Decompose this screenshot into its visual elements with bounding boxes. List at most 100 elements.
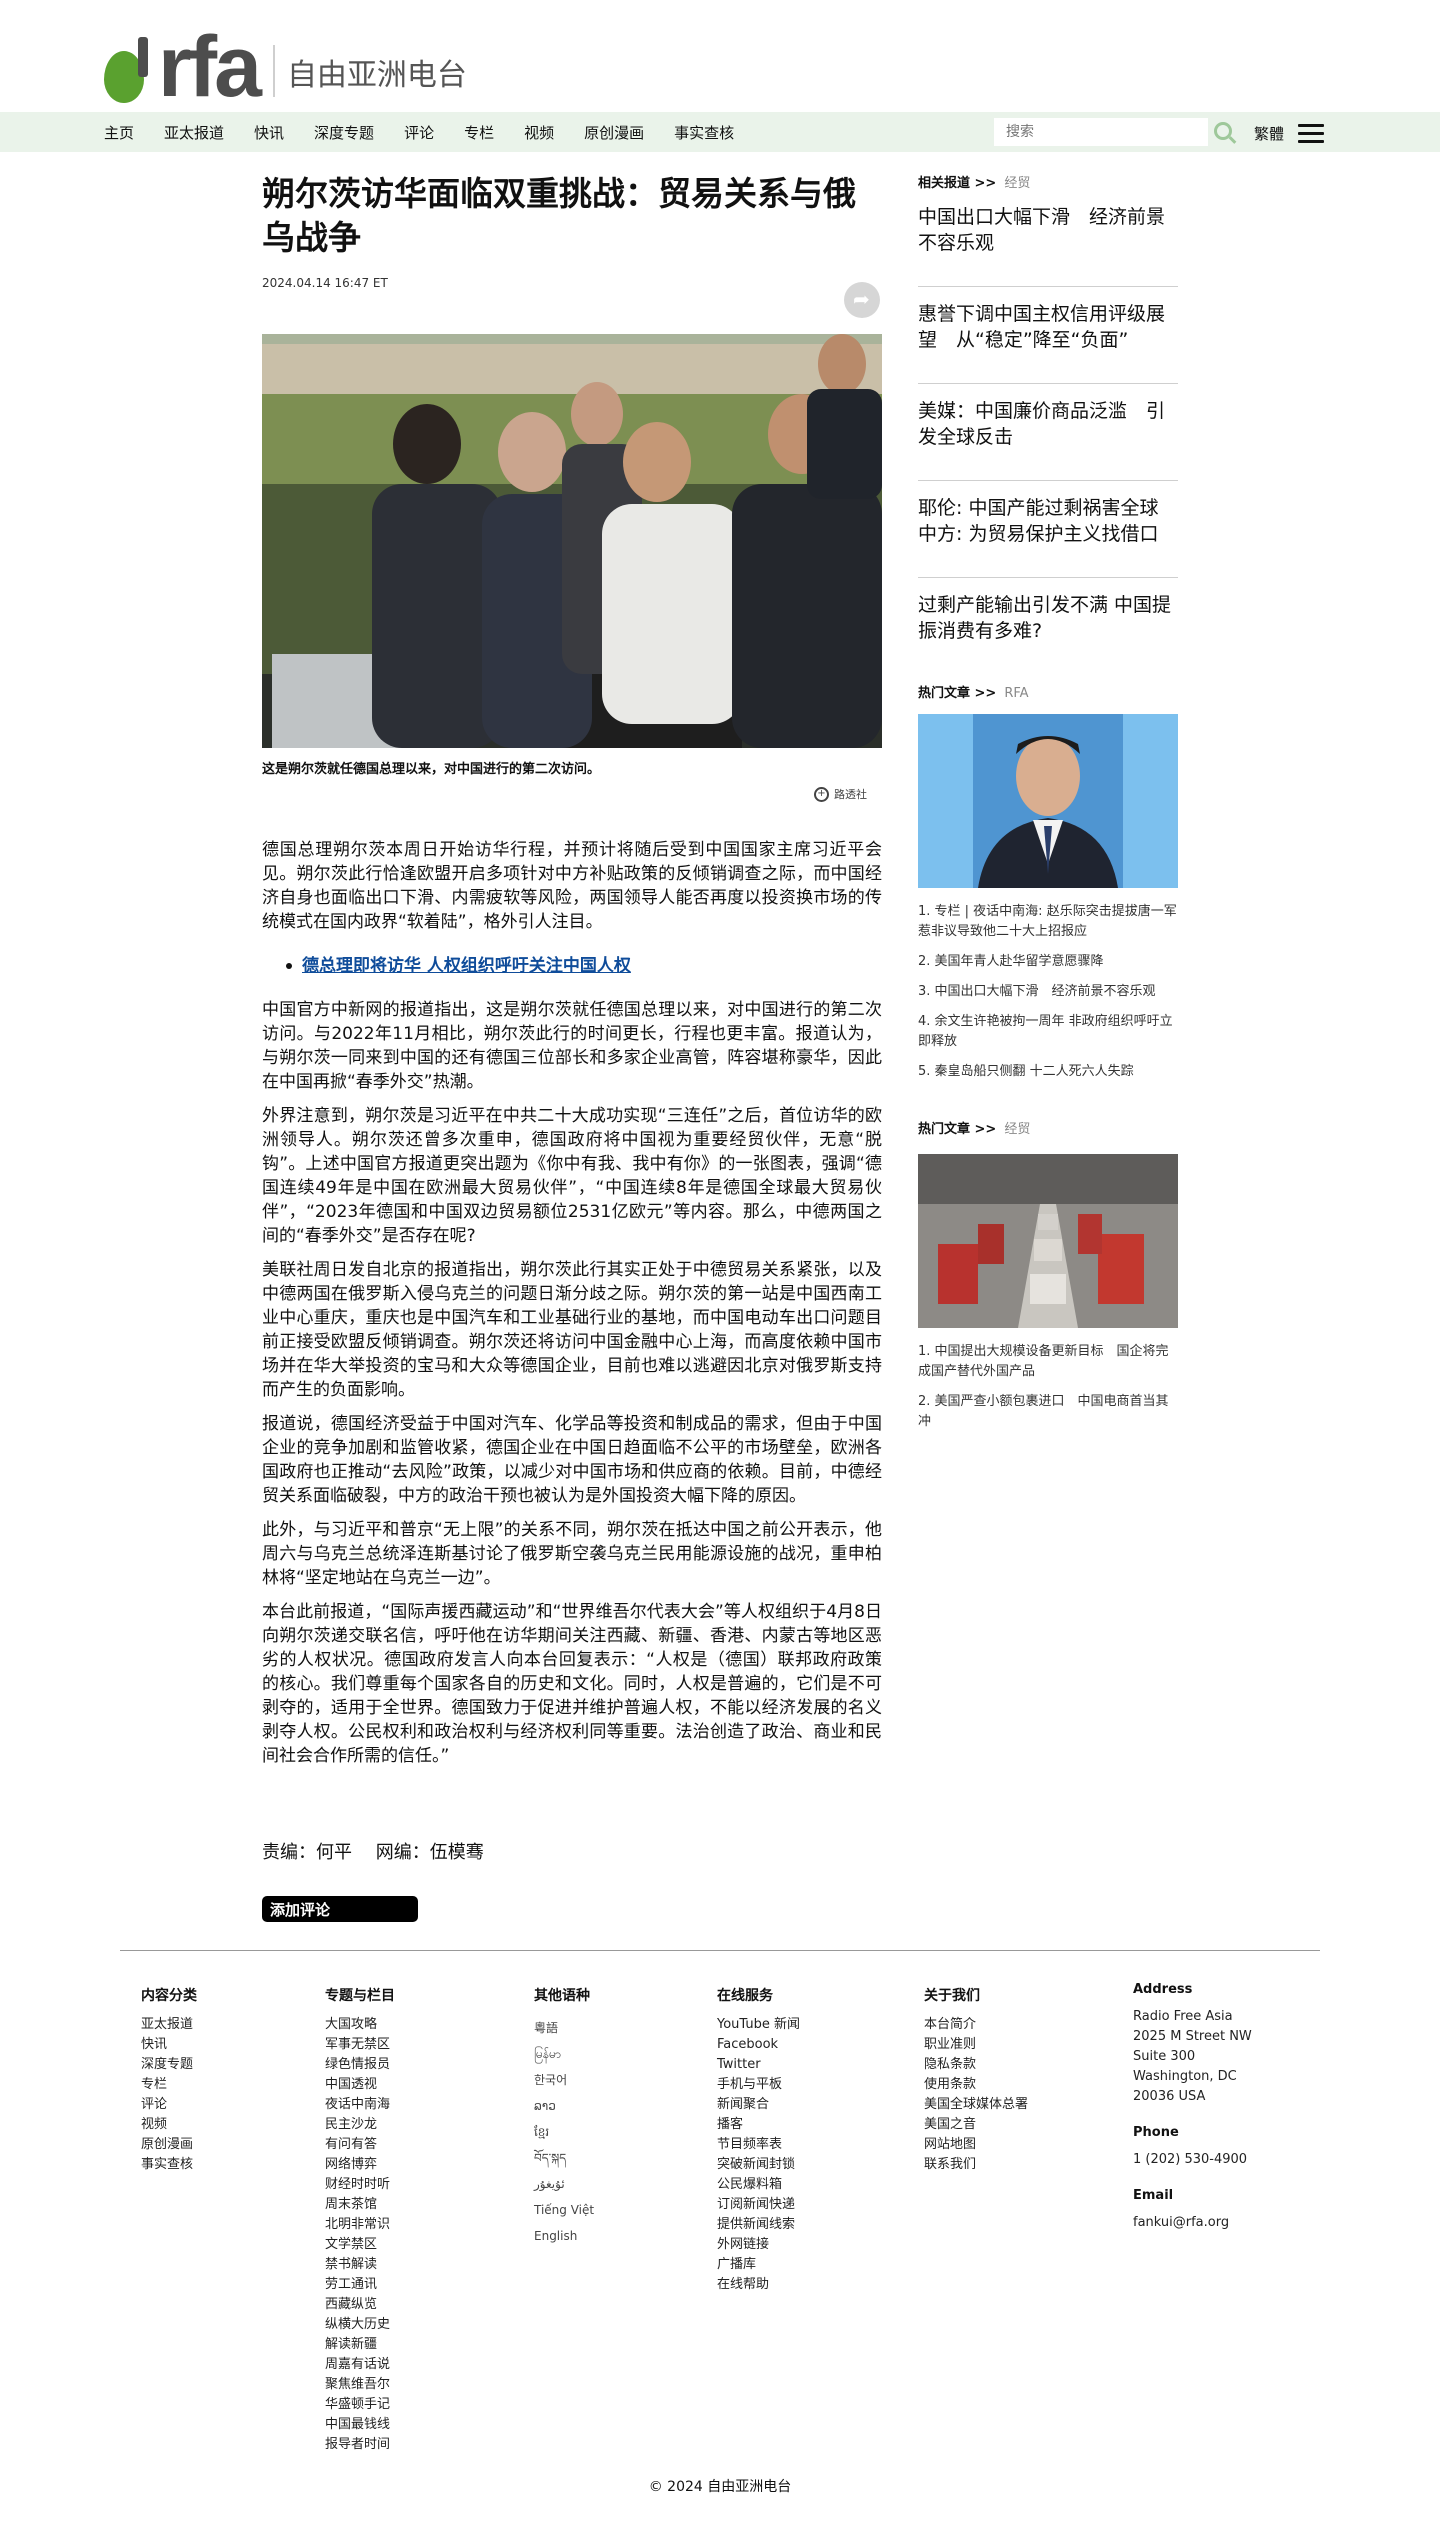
footer-link[interactable]: 亚太报道 [141, 2015, 197, 2035]
footer-link[interactable]: 民主沙龙 [325, 2115, 395, 2135]
footer-link[interactable]: 文学禁区 [325, 2235, 395, 2255]
nav-columns[interactable]: 专栏 [464, 122, 494, 143]
footer-link[interactable]: 报导者时间 [325, 2435, 395, 2455]
related-item[interactable]: 美媒：中国廉价商品泛滥 引发全球反击 [918, 384, 1178, 481]
related-article-link[interactable]: 德总理即将访华 人权组织呼吁关注中国人权 [302, 956, 631, 976]
footer-link[interactable]: 劳工通讯 [325, 2275, 395, 2295]
footer-link[interactable]: 绿色情报员 [325, 2055, 395, 2075]
email-link[interactable]: fankui@rfa.org [1133, 2213, 1252, 2233]
footer-link[interactable]: 新闻聚合 [717, 2095, 800, 2115]
hot2-head[interactable]: 热门文章 >> [918, 1122, 996, 1137]
nav-asia-pacific[interactable]: 亚太报道 [164, 122, 224, 143]
hamburger-menu-icon[interactable] [1298, 124, 1324, 143]
traditional-chinese-link[interactable]: 繁體 [1254, 123, 1284, 144]
footer-link[interactable]: 有问有答 [325, 2135, 395, 2155]
hot-article-item[interactable]: 5. 秦皇岛船只侧翻 十二人死六人失踪 [918, 1062, 1178, 1082]
footer-link[interactable]: 视频 [141, 2115, 197, 2135]
add-comment-button[interactable]: 添加评论 [262, 1896, 418, 1922]
language-link[interactable]: བོད་སྐད [534, 2145, 594, 2171]
footer-link[interactable]: 财经时时听 [325, 2175, 395, 2195]
hot-article-item[interactable]: 2. 美国年青人赴华留学意愿骤降 [918, 952, 1178, 972]
footer-link[interactable]: 事实查核 [141, 2155, 197, 2175]
footer-link[interactable]: 禁书解读 [325, 2255, 395, 2275]
footer-link[interactable]: 联系我们 [924, 2155, 1028, 2175]
search-input[interactable] [994, 118, 1208, 146]
nav-in-depth[interactable]: 深度专题 [314, 122, 374, 143]
footer-link[interactable]: 订阅新闻快递 [717, 2195, 800, 2215]
footer-link[interactable]: 本台简介 [924, 2015, 1028, 2035]
language-link[interactable]: ئۇيغۇر [534, 2171, 594, 2197]
footer-link[interactable]: 北明非常识 [325, 2215, 395, 2235]
nav-fact-check[interactable]: 事实查核 [674, 122, 734, 143]
language-link[interactable]: Tiếng Việt [534, 2197, 594, 2223]
footer-link[interactable]: 周嘉有话说 [325, 2355, 395, 2375]
hot-article-item[interactable]: 4. 余文生许艳被拘一周年 非政府组织呼吁立即释放 [918, 1012, 1178, 1052]
language-link[interactable]: 한국어 [534, 2067, 594, 2093]
footer-link[interactable]: Twitter [717, 2055, 800, 2075]
nav-home[interactable]: 主页 [104, 122, 134, 143]
related-item[interactable]: 耶伦: 中国产能过剩祸害全球 中方: 为贸易保护主义找借口 [918, 481, 1178, 578]
search-icon[interactable] [1214, 122, 1232, 140]
footer-link[interactable]: 网站地图 [924, 2135, 1028, 2155]
footer-link[interactable]: 军事无禁区 [325, 2035, 395, 2055]
footer-link[interactable]: 外网链接 [717, 2235, 800, 2255]
phone-number[interactable]: 1 (202) 530-4900 [1133, 2150, 1252, 2170]
footer-link[interactable]: 深度专题 [141, 2055, 197, 2075]
hot-head[interactable]: 热门文章 >> [918, 686, 996, 701]
hot-economy-item[interactable]: 1. 中国提出大规模设备更新目标 国企将完成国产替代外国产品 [918, 1342, 1178, 1382]
footer-link[interactable]: 提供新闻线索 [717, 2215, 800, 2235]
share-icon[interactable] [844, 282, 880, 318]
footer-link[interactable]: Facebook [717, 2035, 800, 2055]
footer-link[interactable]: 在线帮助 [717, 2275, 800, 2295]
nav-flash[interactable]: 快讯 [254, 122, 284, 143]
footer-link[interactable]: 广播库 [717, 2255, 800, 2275]
footer-link[interactable]: 周末茶馆 [325, 2195, 395, 2215]
hot-articles-list: 1. 专栏 | 夜话中南海: 赵乐际突击提拔唐一军惹非议导致他二十大上招报应 2… [918, 902, 1178, 1092]
footer-link[interactable]: 突破新闻封锁 [717, 2155, 800, 2175]
footer-link[interactable]: 华盛顿手记 [325, 2395, 395, 2415]
footer-link[interactable]: 网络博弈 [325, 2155, 395, 2175]
hot-economy-photo[interactable] [918, 1154, 1178, 1328]
nav-commentary[interactable]: 评论 [404, 122, 434, 143]
footer-link[interactable]: 使用条款 [924, 2075, 1028, 2095]
footer-link[interactable]: 播客 [717, 2115, 800, 2135]
related-item[interactable]: 过剩产能输出引发不满 中国提振消费有多难? [918, 578, 1178, 675]
footer-link[interactable]: 聚焦维吾尔 [325, 2375, 395, 2395]
footer-link[interactable]: 解读新疆 [325, 2335, 395, 2355]
footer-link[interactable]: 公民爆料箱 [717, 2175, 800, 2195]
language-link[interactable]: ខ្មែរ [534, 2119, 594, 2145]
rfa-logo[interactable]: rfa 自由亚洲电台 [104, 24, 467, 110]
footer-link[interactable]: 职业准则 [924, 2035, 1028, 2055]
footer-link[interactable]: 美国之音 [924, 2115, 1028, 2135]
hot-article-item[interactable]: 1. 专栏 | 夜话中南海: 赵乐际突击提拔唐一军惹非议导致他二十大上招报应 [918, 902, 1178, 942]
footer-link[interactable]: 中国透视 [325, 2075, 395, 2095]
hot-economy-item[interactable]: 2. 美国严查小额包裹进口 中国电商首当其冲 [918, 1392, 1178, 1432]
footer-link[interactable]: 西藏纵览 [325, 2295, 395, 2315]
footer-link[interactable]: 节目频率表 [717, 2135, 800, 2155]
footer-link[interactable]: 隐私条款 [924, 2055, 1028, 2075]
footer-link[interactable]: 美国全球媒体总署 [924, 2095, 1028, 2115]
zoom-in-icon[interactable]: + [814, 786, 829, 802]
language-link[interactable]: 粵語 [534, 2015, 594, 2041]
footer-link[interactable]: 原创漫画 [141, 2135, 197, 2155]
footer-link[interactable]: 手机与平板 [717, 2075, 800, 2095]
hot-article-item[interactable]: 3. 中国出口大幅下滑 经济前景不容乐观 [918, 982, 1178, 1002]
related-head[interactable]: 相关报道 >> [918, 176, 996, 191]
footer-link[interactable]: 评论 [141, 2095, 197, 2115]
nav-video[interactable]: 视频 [524, 122, 554, 143]
footer-link[interactable]: 快讯 [141, 2035, 197, 2055]
footer-link[interactable]: 纵横大历史 [325, 2315, 395, 2335]
footer-link[interactable]: 专栏 [141, 2075, 197, 2095]
language-link[interactable]: မြန်မာ [534, 2041, 594, 2067]
related-item[interactable]: 惠誉下调中国主权信用评级展望 从“稳定”降至“负面” [918, 287, 1178, 384]
nav-cartoons[interactable]: 原创漫画 [584, 122, 644, 143]
footer-link[interactable]: 夜话中南海 [325, 2095, 395, 2115]
hot-article-photo[interactable] [918, 714, 1178, 888]
language-link[interactable]: English [534, 2223, 594, 2249]
footer-link[interactable]: YouTube 新闻 [717, 2015, 800, 2035]
footer-link[interactable]: 大国攻略 [325, 2015, 395, 2035]
related-item[interactable]: 中国出口大幅下滑 经济前景不容乐观 [918, 204, 1178, 287]
footer-link[interactable]: 中国最钱线 [325, 2415, 395, 2435]
language-link[interactable]: ລາວ [534, 2093, 594, 2119]
photo-credit[interactable]: + 路透社 [814, 786, 867, 802]
